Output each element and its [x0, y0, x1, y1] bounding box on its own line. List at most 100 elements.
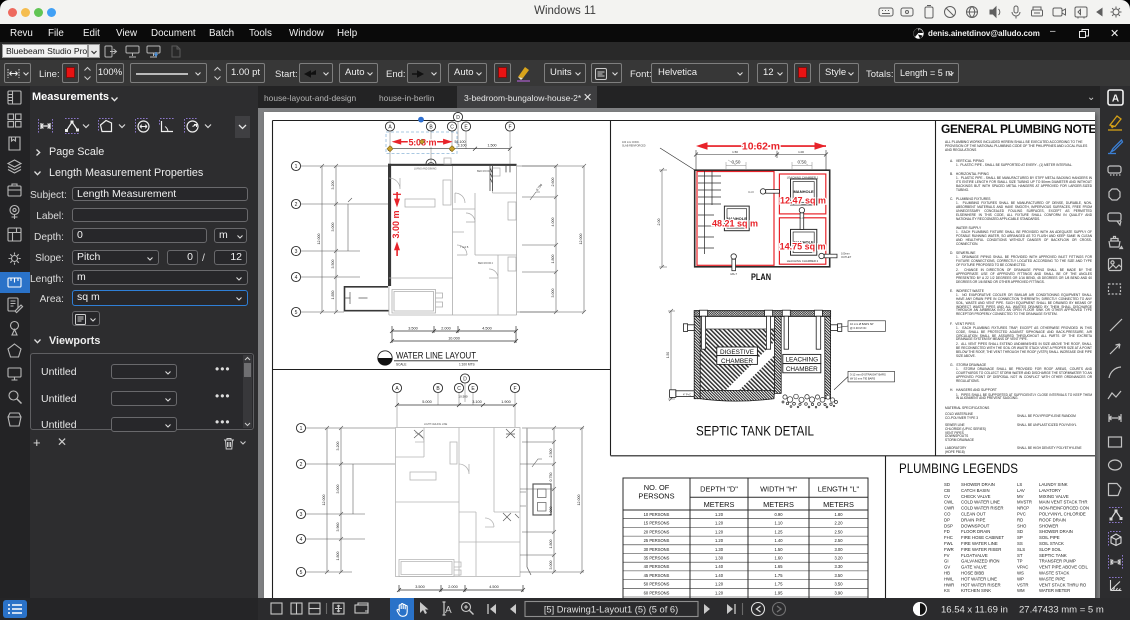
svg-text:12.000: 12.000 — [579, 234, 583, 245]
svg-text:SP: SP — [1017, 535, 1023, 540]
svg-text:3.000: 3.000 — [549, 561, 553, 570]
svg-text:2.50: 2.50 — [835, 529, 844, 534]
svg-text:LEACHING CHAMBER 1: LEACHING CHAMBER 1 — [787, 175, 819, 179]
svg-text:1.25: 1.25 — [775, 529, 784, 534]
svg-text:W/ 10 mm TIE BARS: W/ 10 mm TIE BARS — [850, 376, 875, 380]
svg-text:27.47433 mm = 5 m: 27.47433 mm = 5 m — [1019, 605, 1104, 616]
svg-text:3: 3 — [300, 512, 303, 518]
svg-text:1: 1 — [300, 426, 303, 432]
svg-text:3.100: 3.100 — [472, 400, 482, 404]
svg-text:2.000: 2.000 — [441, 327, 451, 331]
svg-text:4: 4 — [295, 275, 298, 281]
svg-text:1.95: 1.95 — [775, 590, 784, 595]
svg-text:0.50: 0.50 — [798, 160, 807, 165]
svg-text:2.50: 2.50 — [835, 538, 844, 543]
svg-text:4: 4 — [300, 537, 303, 543]
svg-text:LIVING AND DINING: LIVING AND DINING — [414, 168, 437, 171]
svg-text:C: C — [457, 386, 461, 392]
svg-text:SEPTIC TANK DETAIL: SEPTIC TANK DETAIL — [696, 424, 814, 439]
svg-text:LIGHT CEILING LINE: LIGHT CEILING LINE — [424, 423, 448, 426]
svg-text:15 PERSONS: 15 PERSONS — [644, 521, 670, 526]
svg-text:F: F — [508, 124, 511, 130]
svg-text:100mm: 100mm — [841, 252, 850, 256]
svg-text:VPAC: VPAC — [1017, 565, 1028, 570]
svg-text:WM: WM — [1017, 588, 1025, 593]
svg-text:DP: DP — [944, 517, 950, 522]
svg-text:1.30: 1.30 — [715, 556, 724, 561]
svg-text:C-O: C-O — [800, 216, 805, 220]
svg-text:BED ROOM 2: BED ROOM 2 — [478, 262, 494, 265]
svg-text:1.20: 1.20 — [715, 582, 724, 587]
svg-text:2.20: 2.20 — [835, 521, 844, 526]
svg-text:OUTLET: OUTLET — [841, 255, 852, 259]
svg-text:5: 5 — [300, 570, 303, 576]
svg-text:SOIL STACK: SOIL STACK — [1039, 541, 1064, 546]
svg-text:ROOF DRAIN: ROOF DRAIN — [1039, 517, 1066, 522]
svg-text:10.500: 10.500 — [458, 395, 468, 399]
svg-text:1.75: 1.75 — [775, 582, 784, 587]
svg-text:0.700: 0.700 — [535, 183, 543, 192]
svg-text:KS: KS — [944, 588, 950, 593]
svg-text:2.500: 2.500 — [549, 449, 553, 458]
svg-text:3-12 mm Ø STRAIGHT BARS: 3-12 mm Ø STRAIGHT BARS — [850, 373, 886, 377]
svg-text:CB: CB — [944, 488, 950, 493]
svg-text:5.000: 5.000 — [422, 400, 432, 404]
svg-text:3.960: 3.960 — [336, 523, 340, 532]
svg-text:NON-REINFORCED CON: NON-REINFORCED CON — [1039, 506, 1089, 511]
svg-text:FHC: FHC — [944, 535, 953, 540]
svg-text:KITCHEN SINK: KITCHEN SINK — [961, 588, 991, 593]
svg-text:FV: FV — [944, 553, 950, 558]
svg-text:SHO: SHO — [1017, 523, 1027, 528]
svg-text:1.20: 1.20 — [715, 521, 724, 526]
svg-text:HOT WATER LINE: HOT WATER LINE — [961, 576, 997, 581]
svg-text:HWL: HWL — [944, 576, 954, 581]
svg-text:14.75 sq m: 14.75 sq m — [780, 242, 826, 252]
svg-text:PLAN: PLAN — [751, 272, 771, 282]
svg-text:CLEAN OUT: CLEAN OUT — [961, 512, 986, 517]
svg-text:4" P+C: 4" P+C — [683, 394, 691, 397]
svg-text:2.000: 2.000 — [448, 585, 458, 589]
svg-text:LEACHING CHAMBER 2: LEACHING CHAMBER 2 — [787, 259, 819, 263]
svg-text:4.500: 4.500 — [489, 585, 499, 589]
svg-text:35 PERSONS: 35 PERSONS — [644, 556, 670, 561]
svg-text:1.40: 1.40 — [715, 573, 724, 578]
svg-text:10.000: 10.000 — [448, 337, 460, 341]
svg-text:MAIN VENT STACK THR: MAIN VENT STACK THR — [1039, 500, 1087, 505]
svg-text:ST: ST — [1017, 553, 1023, 558]
svg-text:SLOP SOIL: SLOP SOIL — [1039, 547, 1062, 552]
svg-text:MIXING VALVE: MIXING VALVE — [1039, 494, 1069, 499]
svg-text:MANHOLE: MANHOLE — [793, 189, 814, 194]
svg-text:3.500: 3.500 — [408, 327, 418, 331]
svg-text:4.000: 4.000 — [549, 507, 553, 516]
svg-text:FD: FD — [944, 529, 950, 534]
svg-text:1.00: 1.00 — [798, 150, 804, 154]
svg-text:5: 5 — [295, 310, 298, 316]
svg-text:3.000: 3.000 — [551, 289, 555, 298]
svg-text:3.90: 3.90 — [835, 590, 844, 595]
svg-text:0.50: 0.50 — [732, 160, 741, 165]
svg-text:3.200: 3.200 — [331, 181, 335, 190]
svg-text:3.20: 3.20 — [835, 556, 844, 561]
svg-text:MVSTR: MVSTR — [1017, 500, 1032, 505]
svg-text:DRAIN PIPE: DRAIN PIPE — [961, 517, 985, 522]
svg-text:LAVATORY: LAVATORY — [1039, 488, 1061, 493]
svg-text:CHAMBER: CHAMBER — [786, 366, 818, 373]
svg-text:DEPTH "D": DEPTH "D" — [700, 485, 738, 494]
svg-text:16.54 x 11.69 in: 16.54 x 11.69 in — [941, 605, 1008, 616]
svg-text:3.00 m: 3.00 m — [391, 210, 401, 238]
svg-text:WATER METER: WATER METER — [1039, 588, 1070, 593]
svg-text:VSTR: VSTR — [1017, 582, 1028, 587]
svg-text:3.500: 3.500 — [331, 260, 335, 269]
svg-text:1.20: 1.20 — [715, 590, 724, 595]
svg-text:3.000: 3.000 — [336, 485, 340, 494]
svg-text:12.47 sq m: 12.47 sq m — [780, 196, 826, 206]
svg-text:F: F — [513, 386, 516, 392]
svg-text:1.800: 1.800 — [549, 540, 553, 549]
svg-text:RD: RD — [1017, 517, 1023, 522]
svg-text:GATE VALVE: GATE VALVE — [961, 565, 987, 570]
svg-text:1.20: 1.20 — [715, 512, 724, 517]
svg-text:CV: CV — [944, 494, 950, 499]
svg-text:HB+T: HB+T — [730, 272, 737, 276]
svg-text:45 PERSONS: 45 PERSONS — [644, 573, 670, 578]
svg-text:SS: SS — [1017, 541, 1023, 546]
